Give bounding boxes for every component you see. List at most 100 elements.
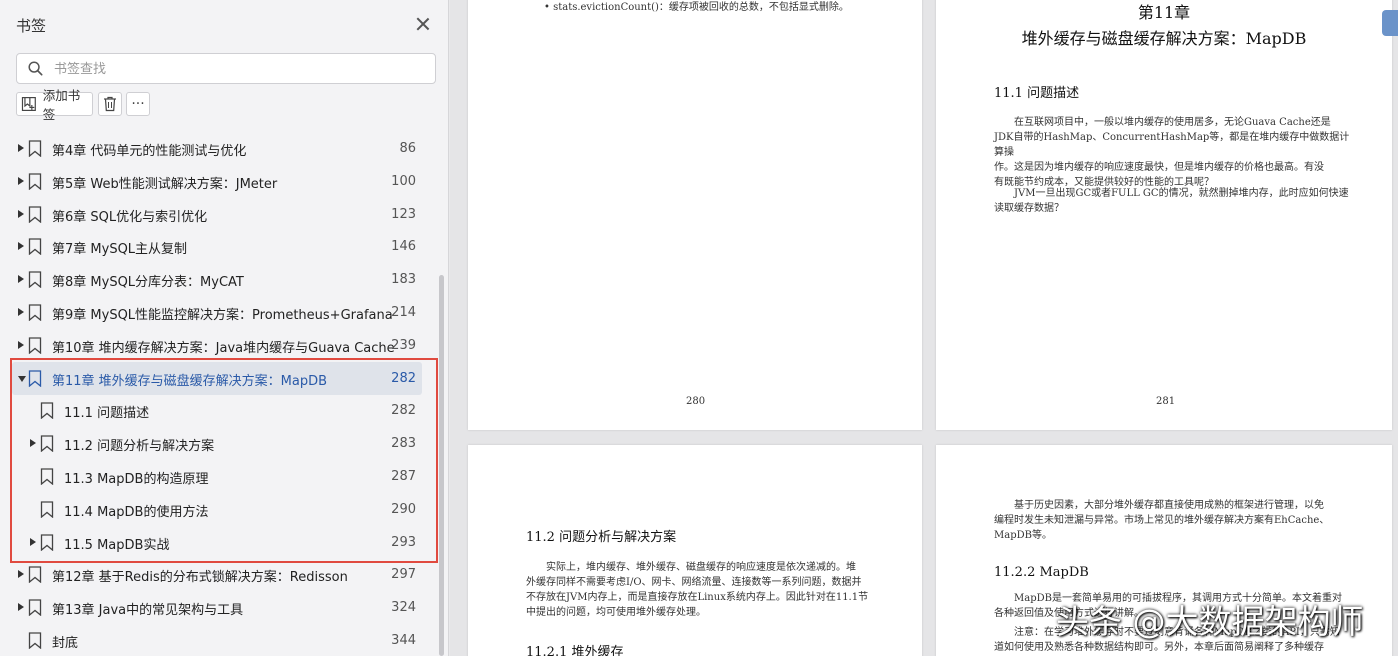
close-panel-button[interactable] xyxy=(414,15,432,33)
bookmark-row[interactable]: 第8章 MySQL分库分表：MyCAT 183 xyxy=(0,263,440,296)
bookmark-page-number: 297 xyxy=(391,567,416,583)
bookmark-label: 封底 xyxy=(52,636,79,651)
bookmark-row[interactable]: 11.3 MapDB的构造原理 287 xyxy=(0,460,440,493)
collapse-arrow-icon[interactable] xyxy=(18,375,26,382)
bookmark-row[interactable]: 第5章 Web性能测试解决方案：JMeter 100 xyxy=(0,165,440,198)
bookmark-row[interactable]: 第7章 MySQL主从复制 146 xyxy=(0,230,440,263)
bookmark-icon xyxy=(28,205,42,223)
add-bookmark-icon xyxy=(21,97,36,111)
bookmark-row[interactable]: 第11章 堆外缓存与磁盘缓存解决方案：MapDB 282 xyxy=(0,361,440,395)
bookmark-label: 第12章 基于Redis的分布式锁解决方案：Redisson xyxy=(52,570,348,586)
expand-arrow-icon[interactable] xyxy=(18,340,24,349)
paragraph: JVM一旦出现GC或者FULL GC的情况，就然删掉堆内存，此时应如何快速 读取… xyxy=(994,188,1349,214)
page-text: • stats.evictionCount()：缓存项被回收的总数，不包括显式删… xyxy=(544,2,849,13)
bookmark-row[interactable]: 11.4 MapDB的使用方法 290 xyxy=(0,493,440,526)
bookmark-icon xyxy=(28,271,42,289)
bookmark-row[interactable]: 第13章 Java中的常见架构与工具 324 xyxy=(0,591,440,624)
page-number: 281 xyxy=(1156,396,1176,407)
bookmark-page-number: 282 xyxy=(391,403,416,419)
trash-icon xyxy=(104,96,116,112)
more-icon: ··· xyxy=(131,96,145,112)
page-281: 第11章 堆外缓存与磁盘缓存解决方案：MapDB 11.1 问题描述 在互联网项… xyxy=(936,0,1392,430)
page-280: • stats.evictionCount()：缓存项被回收的总数，不包括显式删… xyxy=(468,0,922,430)
bookmark-icon xyxy=(40,435,54,453)
bookmark-label: 第13章 Java中的常见架构与工具 xyxy=(52,603,244,619)
bookmark-icon xyxy=(28,632,42,649)
paragraph: 基于历史因素，大部分堆外缓存都直接使用成熟的框架进行管理，以免 编程时发生未知泄… xyxy=(994,500,1330,541)
bookmark-page-number: 183 xyxy=(391,272,416,288)
bookmark-page-number: 293 xyxy=(391,534,416,550)
bookmark-search-input[interactable] xyxy=(54,59,424,79)
bookmark-label: 11.1 问题描述 xyxy=(64,406,150,422)
bookmark-label: 第8章 MySQL分库分表：MyCAT xyxy=(52,275,244,291)
chapter-number: 第11章 xyxy=(1137,3,1191,22)
bookmark-row[interactable]: 11.1 问题描述 282 xyxy=(0,394,440,427)
bookmark-label: 11.3 MapDB的构造原理 xyxy=(64,472,209,487)
bookmark-row[interactable]: 第4章 代码单元的性能测试与优化 86 xyxy=(0,132,440,165)
expand-arrow-icon[interactable] xyxy=(30,439,36,448)
floating-tool-button[interactable] xyxy=(1382,10,1398,36)
bookmark-label: 11.5 MapDB实战 xyxy=(64,537,170,553)
expand-arrow-icon[interactable] xyxy=(18,176,24,185)
bookmark-icon xyxy=(40,468,54,485)
paragraph: 实际上，堆内缓存、堆外缓存、磁盘缓存的响应速度是依次递减的。堆 外缓存同样不需要… xyxy=(526,562,869,618)
delete-bookmark-button[interactable] xyxy=(98,92,122,116)
expand-arrow-icon[interactable] xyxy=(18,242,24,251)
bookmark-page-number: 123 xyxy=(391,206,416,222)
bookmark-row[interactable]: 11.5 MapDB实战 293 xyxy=(0,526,440,559)
expand-arrow-icon[interactable] xyxy=(18,603,24,612)
bookmark-page-number: 290 xyxy=(391,501,416,517)
bookmark-icon xyxy=(40,501,54,518)
bookmark-label: 第9章 MySQL性能监控解决方案：Prometheus+Grafana xyxy=(52,308,393,323)
bookmark-row[interactable]: 11.2 问题分析与解决方案 283 xyxy=(0,427,440,460)
page-282: 11.2 问题分析与解决方案 实际上，堆内缓存、堆外缓存、磁盘缓存的响应速度是依… xyxy=(468,445,922,656)
expand-arrow-icon[interactable] xyxy=(30,537,36,546)
bookmark-page-number: 100 xyxy=(391,173,416,189)
bookmark-panel: 书签 添加书签 ··· 第4章 代码单元的性能测试与优化86第5章 Web性能测 xyxy=(0,0,449,656)
bookmark-icon xyxy=(28,566,42,584)
bookmark-page-number: 283 xyxy=(391,436,416,452)
expand-arrow-icon[interactable] xyxy=(18,308,24,316)
bookmark-page-number: 287 xyxy=(391,469,416,484)
bookmark-page-number: 239 xyxy=(391,337,416,353)
bookmark-label: 第11章 堆外缓存与磁盘缓存解决方案：MapDB xyxy=(52,373,328,389)
bookmark-page-number: 146 xyxy=(391,239,416,255)
bookmark-icon xyxy=(28,369,42,387)
section-heading: 11.2 问题分析与解决方案 xyxy=(526,530,677,545)
bookmark-row[interactable]: 第12章 基于Redis的分布式锁解决方案：Redisson 297 xyxy=(0,558,440,591)
bookmark-label: 第7章 MySQL主从复制 xyxy=(52,242,188,258)
bookmark-icon xyxy=(40,533,54,551)
watermark: 头条 @大数据架构师 xyxy=(1056,602,1364,641)
panel-title: 书签 xyxy=(16,17,47,35)
bookmark-page-number: 324 xyxy=(391,600,416,616)
scrollbar-thumb[interactable] xyxy=(439,275,444,656)
page-number: 280 xyxy=(686,396,706,407)
bookmark-page-number: 214 xyxy=(391,305,416,320)
add-bookmark-button[interactable]: 添加书签 xyxy=(16,88,93,122)
section-heading: 11.1 问题描述 xyxy=(994,86,1080,101)
bookmark-row[interactable]: 第6章 SQL优化与索引优化 123 xyxy=(0,198,440,231)
bookmark-label: 第6章 SQL优化与索引优化 xyxy=(52,209,208,225)
bookmark-icon xyxy=(28,173,42,190)
search-icon xyxy=(28,61,43,76)
bookmark-row[interactable]: 第9章 MySQL性能监控解决方案：Prometheus+Grafana 214 xyxy=(0,296,440,329)
chapter-title: 堆外缓存与磁盘缓存解决方案：MapDB xyxy=(1021,29,1307,48)
bookmark-label: 11.4 MapDB的使用方法 xyxy=(64,504,209,520)
expand-arrow-icon[interactable] xyxy=(18,209,24,218)
bookmark-row[interactable]: 第10章 堆内缓存解决方案：Java堆内缓存与Guava Cache 239 xyxy=(0,329,440,362)
expand-arrow-icon[interactable] xyxy=(18,275,24,284)
more-options-button[interactable]: ··· xyxy=(126,92,150,116)
bookmark-page-number: 282 xyxy=(391,370,416,386)
bookmark-search-box[interactable] xyxy=(16,53,436,84)
expand-arrow-icon[interactable] xyxy=(18,570,24,579)
document-view[interactable]: • stats.evictionCount()：缓存项被回收的总数，不包括显式删… xyxy=(450,0,1398,656)
bookmark-row[interactable]: 封底 344 xyxy=(0,624,440,656)
bookmark-icon xyxy=(28,304,42,321)
bookmark-icon xyxy=(28,238,42,256)
bookmark-label: 第5章 Web性能测试解决方案：JMeter xyxy=(52,176,278,192)
bookmark-page-number: 344 xyxy=(391,633,416,648)
expand-arrow-icon[interactable] xyxy=(18,144,24,152)
bookmark-label: 11.2 问题分析与解决方案 xyxy=(64,439,215,455)
bookmark-icon xyxy=(28,337,42,354)
bookmark-label: 第10章 堆内缓存解决方案：Java堆内缓存与Guava Cache xyxy=(52,340,395,356)
